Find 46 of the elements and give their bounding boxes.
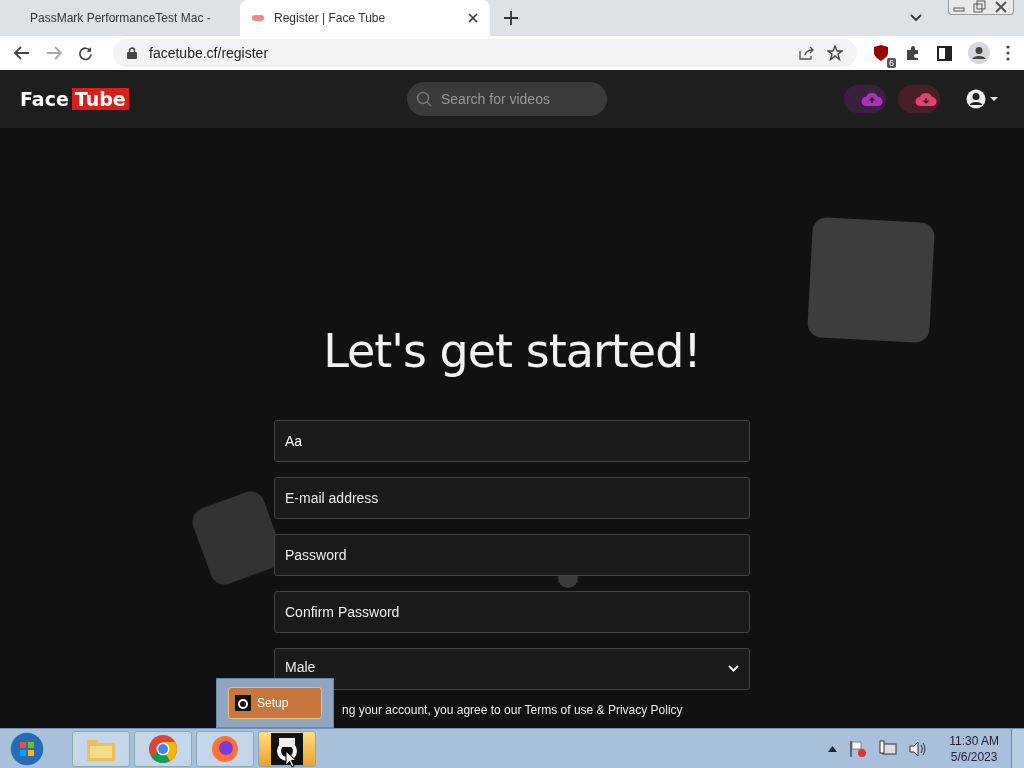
search-icon — [416, 91, 432, 107]
puzzle-icon[interactable] — [905, 45, 921, 61]
download-button[interactable] — [898, 85, 940, 113]
star-icon[interactable] — [827, 45, 843, 61]
new-tab-icon[interactable] — [504, 11, 518, 25]
shield-icon[interactable] — [873, 44, 889, 62]
firefox-icon — [210, 734, 240, 764]
setup-taskbar-button[interactable] — [258, 731, 316, 767]
lock-icon — [127, 47, 137, 59]
chevron-down-icon — [728, 665, 739, 672]
speaker-icon[interactable] — [909, 741, 928, 757]
input-field[interactable]: E-mail address — [274, 477, 750, 519]
input-field[interactable]: Confirm Password — [274, 591, 750, 633]
show-hidden-icons-icon[interactable] — [828, 746, 838, 752]
side-panel-icon[interactable] — [937, 45, 952, 61]
input-field[interactable]: Aa — [274, 420, 750, 462]
back-icon[interactable] — [14, 46, 30, 60]
browser-tab[interactable]: PassMark PerformanceTest Mac - — [8, 0, 228, 36]
cloud-upload-icon — [861, 91, 883, 107]
favicon-icon — [252, 15, 264, 21]
reload-icon[interactable] — [78, 45, 93, 61]
page-heading: Let's get started! — [323, 324, 701, 378]
start-button[interactable] — [8, 730, 46, 768]
close-icon[interactable] — [468, 13, 478, 23]
profile-icon[interactable] — [968, 42, 990, 64]
clock[interactable]: 11:30 AM 5/6/2023 — [949, 733, 999, 765]
input-field[interactable]: Password — [274, 534, 750, 576]
user-menu-icon[interactable] — [966, 89, 998, 109]
network-icon[interactable] — [879, 740, 898, 758]
cloud-download-icon — [915, 91, 937, 107]
chrome-taskbar-button[interactable] — [134, 731, 192, 767]
chevron-down-icon[interactable] — [910, 14, 922, 22]
flag-icon[interactable] — [849, 740, 868, 758]
mouse-cursor-icon — [285, 750, 297, 768]
chrome-icon — [148, 734, 178, 764]
menu-icon[interactable] — [1006, 45, 1010, 61]
browser-tab[interactable]: Register | Face Tube — [240, 0, 490, 36]
search-field[interactable]: Search for videos — [407, 82, 607, 116]
time-text: 11:30 AM — [949, 733, 999, 749]
address-bar[interactable]: facetube.cf/register — [113, 39, 857, 67]
share-icon[interactable] — [799, 46, 815, 60]
extension-badge: 6 — [887, 58, 896, 68]
date-text: 5/6/2023 — [950, 749, 998, 765]
firefox-taskbar-button[interactable] — [196, 731, 254, 767]
gender-select[interactable]: Male — [274, 648, 750, 690]
upload-button[interactable] — [844, 85, 886, 113]
